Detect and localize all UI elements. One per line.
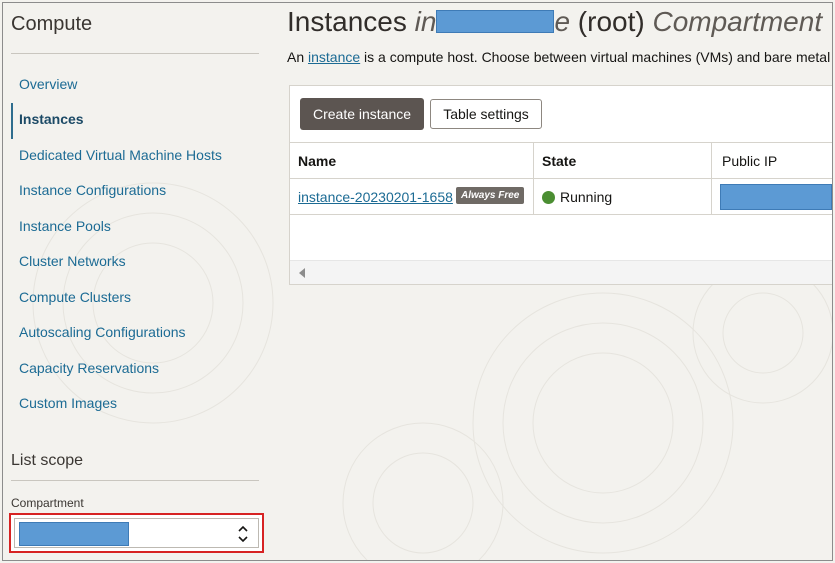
- list-scope-title: List scope: [11, 452, 84, 469]
- public-ip-redacted: [720, 184, 832, 210]
- active-indicator: [11, 103, 13, 139]
- column-header-public-ip[interactable]: Public IP: [722, 153, 777, 169]
- compartment-label: Compartment: [11, 496, 84, 510]
- instance-state: Running: [560, 189, 613, 205]
- horizontal-scrollbar[interactable]: [290, 260, 832, 284]
- compartment-value-redacted: [19, 522, 129, 546]
- column-divider: [711, 143, 712, 179]
- sidebar-divider: [11, 53, 259, 54]
- table-header: Name State Public IP: [290, 142, 832, 179]
- sidebar-item-custom-images[interactable]: Custom Images: [19, 395, 117, 411]
- column-header-state[interactable]: State: [542, 153, 576, 169]
- table-settings-button[interactable]: Table settings: [430, 99, 542, 129]
- page-description: An instance is a compute host. Choose be…: [287, 49, 833, 65]
- page-title-suffix: Compartment: [652, 6, 823, 37]
- page-title-root: (root): [577, 6, 645, 37]
- running-status-icon: [542, 191, 555, 204]
- description-text-after: is a compute host. Choose between virtua…: [360, 49, 833, 65]
- compartment-select[interactable]: [14, 518, 259, 548]
- create-instance-button[interactable]: Create instance: [300, 98, 424, 130]
- page-title-prefix: Instances: [287, 6, 407, 37]
- sidebar-item-dedicated-vm-hosts[interactable]: Dedicated Virtual Machine Hosts: [19, 147, 222, 163]
- cell-divider: [533, 179, 534, 214]
- sidebar-item-instance-pools[interactable]: Instance Pools: [19, 218, 111, 234]
- main-content: Instances in e (root) Compartment An inst…: [287, 3, 832, 560]
- chevron-up-down-icon: [238, 525, 248, 543]
- page-title: Instances in e (root) Compartment: [287, 6, 822, 38]
- compartment-select-highlight: [9, 513, 264, 553]
- page-title-compartment-start: in: [414, 6, 437, 37]
- sidebar-item-autoscaling-configurations[interactable]: Autoscaling Configurations: [19, 324, 186, 340]
- sidebar-item-instance-configurations[interactable]: Instance Configurations: [19, 182, 166, 198]
- compartment-name-redacted: [436, 10, 555, 33]
- page-title-compartment-end: e: [554, 6, 571, 37]
- sidebar: Compute Overview Instances Dedicated Vir…: [3, 3, 265, 560]
- scroll-left-icon[interactable]: [298, 268, 306, 278]
- sidebar-item-capacity-reservations[interactable]: Capacity Reservations: [19, 360, 159, 376]
- console-window: Compute Overview Instances Dedicated Vir…: [2, 2, 833, 561]
- table-row: instance-20230201-1658 Always Free Runni…: [290, 179, 832, 215]
- description-text-before: An: [287, 49, 309, 65]
- list-scope-divider: [11, 480, 259, 481]
- instance-name-link[interactable]: instance-20230201-1658: [298, 189, 453, 205]
- sidebar-title: Compute: [11, 13, 93, 35]
- sidebar-item-instances[interactable]: Instances: [19, 111, 84, 127]
- always-free-badge: Always Free: [456, 187, 525, 204]
- column-divider: [533, 143, 534, 179]
- sidebar-item-overview[interactable]: Overview: [19, 76, 77, 92]
- cell-divider: [711, 179, 712, 214]
- instance-doc-link[interactable]: instance: [308, 49, 360, 65]
- sidebar-item-cluster-networks[interactable]: Cluster Networks: [19, 253, 126, 269]
- sidebar-item-compute-clusters[interactable]: Compute Clusters: [19, 289, 131, 305]
- instances-panel: Create instance Table settings Name Stat…: [289, 85, 832, 285]
- column-header-name[interactable]: Name: [298, 153, 336, 169]
